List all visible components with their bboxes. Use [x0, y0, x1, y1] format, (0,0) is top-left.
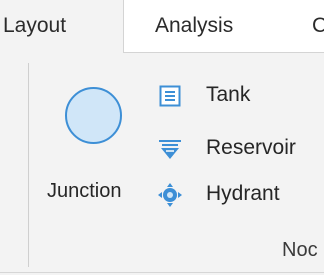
panel-bottom-border — [0, 272, 324, 273]
tank-label: Tank — [206, 83, 251, 106]
tab-partial[interactable]: C — [312, 0, 324, 52]
tab-layout[interactable]: Layout — [0, 0, 124, 53]
junction-button[interactable]: Junction — [40, 73, 150, 223]
reservoir-icon — [159, 140, 181, 159]
ribbon-panel: Junction Tank Reservoir Hydrant Noc — [0, 53, 324, 275]
junction-circle-icon — [65, 87, 122, 144]
hydrant-icon — [158, 183, 182, 207]
reservoir-label: Reservoir — [206, 136, 296, 159]
group-label: Noc — [282, 239, 318, 261]
junction-label: Junction — [47, 180, 122, 202]
tank-icon — [159, 85, 181, 107]
tab-analysis[interactable]: Analysis — [155, 0, 233, 52]
group-divider — [28, 63, 29, 267]
hydrant-label: Hydrant — [206, 182, 280, 205]
ribbon-tab-bar: Layout Analysis C — [0, 0, 324, 53]
